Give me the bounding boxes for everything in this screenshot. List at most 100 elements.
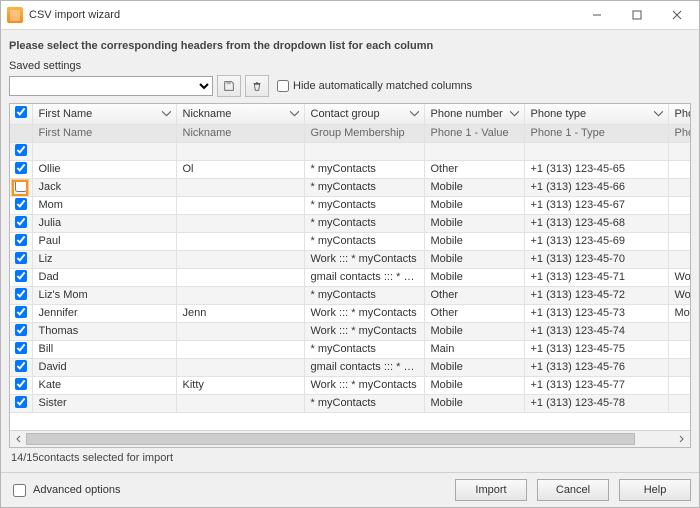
cell: +1 (313) 123-45-74 <box>524 322 668 340</box>
delete-settings-button[interactable] <box>245 75 269 97</box>
hide-matched-checkbox[interactable] <box>277 80 289 92</box>
cell: Bill <box>32 340 176 358</box>
column-header[interactable]: First Name <box>32 104 176 124</box>
row-checkbox-cell[interactable] <box>10 394 32 412</box>
cell: Julia <box>32 214 176 232</box>
row-checkbox[interactable] <box>15 396 27 408</box>
scrollbar-thumb[interactable] <box>26 433 635 445</box>
row-checkbox[interactable] <box>15 342 27 354</box>
csv-import-wizard-window: CSV import wizard Please select the corr… <box>0 0 700 508</box>
saved-settings-label: Saved settings <box>9 60 691 72</box>
row-checkbox-cell[interactable] <box>10 376 32 394</box>
cell <box>668 160 690 178</box>
cell <box>176 250 304 268</box>
table-row: Mom* myContactsMobile+1 (313) 123-45-67 <box>10 196 690 214</box>
cell <box>304 142 424 160</box>
cell <box>668 394 690 412</box>
chevron-down-icon <box>509 108 520 122</box>
row-checkbox-cell[interactable] <box>10 250 32 268</box>
cell: Work <box>668 286 690 304</box>
cell: Other <box>424 160 524 178</box>
row-checkbox[interactable] <box>15 198 27 210</box>
cell <box>176 214 304 232</box>
cell: * myContacts <box>304 340 424 358</box>
cell <box>176 340 304 358</box>
cell <box>176 232 304 250</box>
row-checkbox[interactable] <box>15 360 27 372</box>
cell <box>668 340 690 358</box>
row-checkbox-cell[interactable] <box>10 358 32 376</box>
cell: Mobile <box>424 214 524 232</box>
cancel-button[interactable]: Cancel <box>537 479 609 501</box>
row-checkbox-cell[interactable] <box>10 322 32 340</box>
row-checkbox-cell[interactable] <box>10 178 32 196</box>
import-grid: First Name Nickname Contact group Phone … <box>10 104 690 430</box>
row-checkbox[interactable] <box>15 162 27 174</box>
cell: Mobile <box>424 178 524 196</box>
scroll-right-button[interactable] <box>674 432 688 446</box>
titlebar: CSV import wizard <box>1 1 699 30</box>
cell <box>668 250 690 268</box>
row-checkbox-cell[interactable] <box>10 160 32 178</box>
column-header-row: First Name Nickname Contact group Phone … <box>10 104 690 124</box>
row-checkbox-cell[interactable] <box>10 142 32 160</box>
row-checkbox-cell[interactable] <box>10 286 32 304</box>
cell: Dad <box>32 268 176 286</box>
row-checkbox[interactable] <box>15 180 27 192</box>
cell: * myContacts <box>304 178 424 196</box>
row-checkbox[interactable] <box>15 324 27 336</box>
cell: Main <box>424 340 524 358</box>
select-all-header[interactable] <box>10 104 32 124</box>
table-row: Julia* myContactsMobile+1 (313) 123-45-6… <box>10 214 690 232</box>
maximize-button[interactable] <box>617 1 657 29</box>
cell: Kate <box>32 376 176 394</box>
column-header[interactable]: Nickname <box>176 104 304 124</box>
column-header[interactable]: Phone number <box>424 104 524 124</box>
saved-settings-select[interactable] <box>9 76 213 96</box>
status-text: 14/15contacts selected for import <box>9 448 691 466</box>
row-checkbox[interactable] <box>15 378 27 390</box>
advanced-options[interactable]: Advanced options <box>9 481 120 500</box>
row-checkbox[interactable] <box>15 288 27 300</box>
row-checkbox-cell[interactable] <box>10 304 32 322</box>
table-row: JenniferJennWork ::: * myContactsOther+1… <box>10 304 690 322</box>
cell: +1 (313) 123-45-76 <box>524 358 668 376</box>
horizontal-scrollbar[interactable] <box>10 430 690 447</box>
row-checkbox[interactable] <box>15 216 27 228</box>
cell <box>668 358 690 376</box>
hide-matched-columns-option[interactable]: Hide automatically matched columns <box>277 80 472 92</box>
cell <box>668 322 690 340</box>
row-checkbox[interactable] <box>15 234 27 246</box>
cell: Work ::: * myContacts <box>304 322 424 340</box>
cell: Jenn <box>176 304 304 322</box>
row-checkbox[interactable] <box>15 252 27 264</box>
row-checkbox-cell[interactable] <box>10 214 32 232</box>
mapping-cell: Phone 1 - Value <box>424 124 524 142</box>
row-checkbox-cell[interactable] <box>10 232 32 250</box>
chevron-down-icon <box>161 108 172 122</box>
row-checkbox-cell[interactable] <box>10 340 32 358</box>
cell: Mobile <box>424 376 524 394</box>
column-header[interactable]: Contact group <box>304 104 424 124</box>
advanced-options-checkbox[interactable] <box>13 484 26 497</box>
row-checkbox-cell[interactable] <box>10 268 32 286</box>
cell: Thomas <box>32 322 176 340</box>
cell <box>32 142 176 160</box>
save-settings-button[interactable] <box>217 75 241 97</box>
row-checkbox[interactable] <box>15 306 27 318</box>
row-checkbox[interactable] <box>15 270 27 282</box>
cell: * myContacts <box>304 214 424 232</box>
row-checkbox-cell[interactable] <box>10 196 32 214</box>
scrollbar-track[interactable] <box>26 433 674 445</box>
cell: Mobile <box>424 268 524 286</box>
row-checkbox[interactable] <box>15 144 27 156</box>
help-button[interactable]: Help <box>619 479 691 501</box>
table-row: Paul* myContactsMobile+1 (313) 123-45-69 <box>10 232 690 250</box>
column-header[interactable]: Phone type <box>524 104 668 124</box>
import-button[interactable]: Import <box>455 479 527 501</box>
select-all-checkbox[interactable] <box>15 106 27 118</box>
scroll-left-button[interactable] <box>12 432 26 446</box>
column-header[interactable]: Phone type <box>668 104 690 124</box>
minimize-button[interactable] <box>577 1 617 29</box>
close-button[interactable] <box>657 1 697 29</box>
